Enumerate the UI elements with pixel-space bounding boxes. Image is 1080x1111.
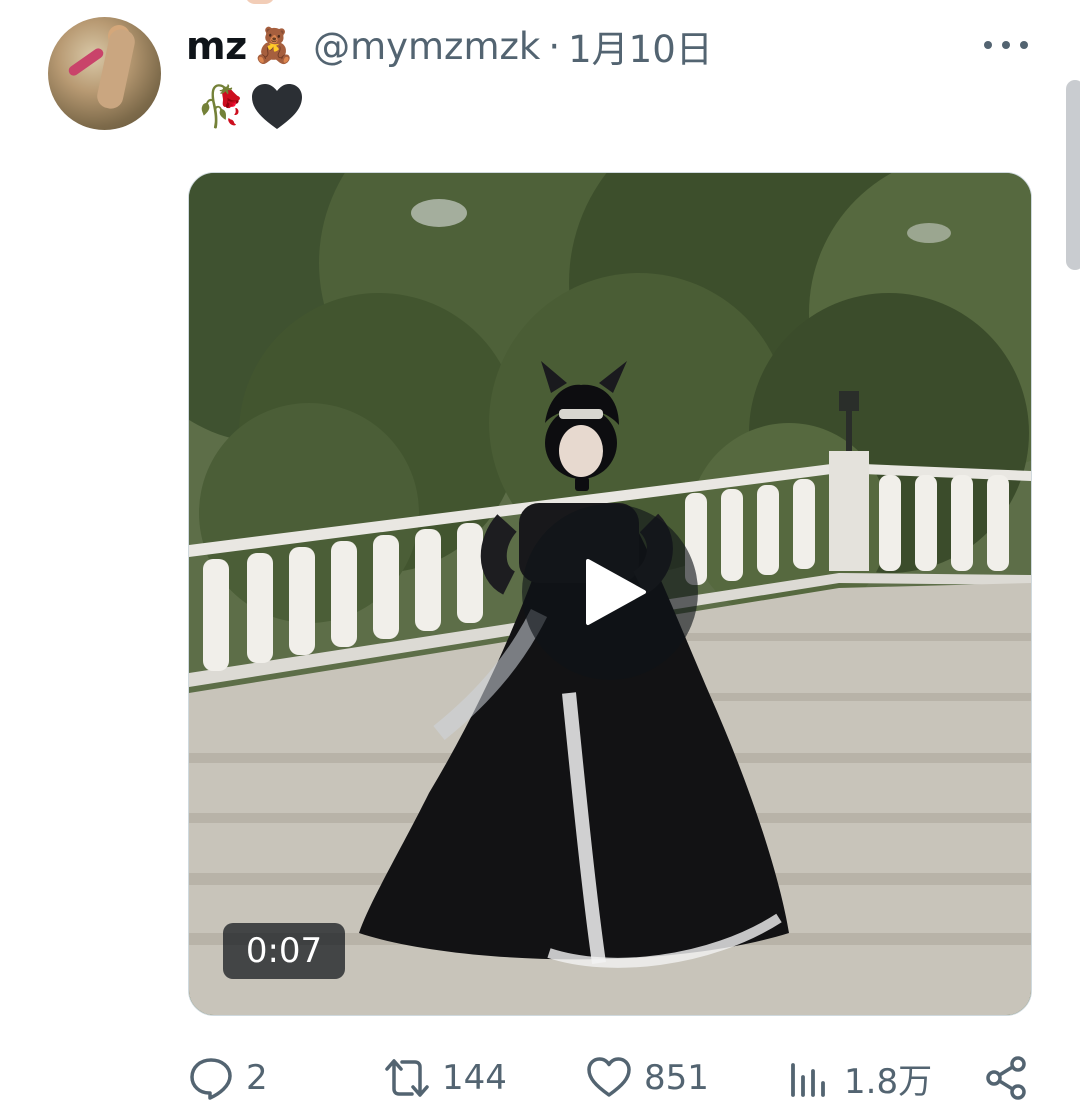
display-name[interactable]: mz: [186, 24, 247, 68]
play-button[interactable]: [522, 504, 698, 680]
wilted-flower-emoji: 🥀: [196, 84, 246, 130]
like-count: 851: [644, 1058, 709, 1098]
retweet-button[interactable]: 144: [384, 1050, 507, 1106]
tweet-detail: mz 🧸 @mymzmzk · 1月10日 🥀 0:07 2 144 851 1…: [0, 0, 1080, 1111]
like-button[interactable]: 851: [586, 1050, 709, 1106]
user-handle[interactable]: @mymzmzk: [313, 25, 540, 68]
heart-icon: [587, 1057, 631, 1097]
share-icon: [986, 1056, 1026, 1100]
avatar[interactable]: [48, 17, 161, 130]
more-horizontal-icon[interactable]: [984, 38, 1028, 52]
separator-dot: ·: [548, 24, 561, 68]
teddy-bear-emoji: 🧸: [252, 26, 296, 66]
tweet-actions-bar: 2 144 851 1.8万: [188, 1050, 1030, 1106]
retweet-icon: [385, 1059, 429, 1097]
play-icon: [586, 559, 646, 625]
previous-item-fragment: [245, 0, 275, 4]
retweet-count: 144: [442, 1058, 507, 1098]
video-duration-badge: 0:07: [223, 923, 345, 979]
reply-button[interactable]: 2: [188, 1050, 268, 1106]
tweet-text: 🥀: [196, 82, 304, 132]
tweet-timestamp[interactable]: 1月10日: [568, 19, 713, 73]
views-chart-icon: [791, 1063, 825, 1097]
video-player[interactable]: 0:07: [188, 172, 1032, 1016]
reply-count: 2: [246, 1058, 268, 1098]
reply-icon: [190, 1058, 232, 1100]
scrollbar[interactable]: [1066, 80, 1080, 270]
tweet-header: mz 🧸 @mymzmzk · 1月10日: [186, 18, 713, 74]
views-count: 1.8万: [844, 1061, 933, 1102]
black-heart-icon: [251, 84, 302, 129]
share-button[interactable]: [984, 1050, 1030, 1106]
views-button[interactable]: 1.8万: [786, 1050, 932, 1106]
